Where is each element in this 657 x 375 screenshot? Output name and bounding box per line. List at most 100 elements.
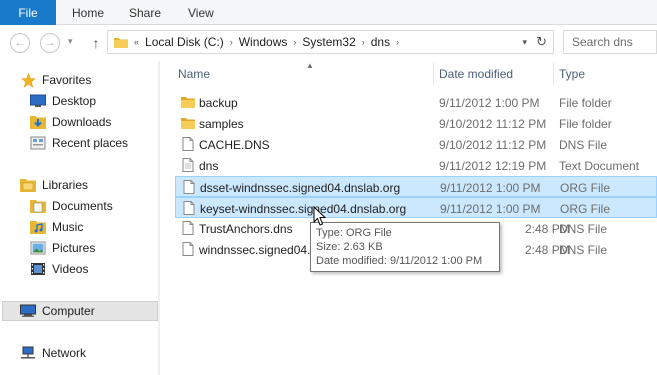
nav-item-downloads[interactable]: Downloads [30,112,111,132]
file-date: 9/11/2012 12:19 PM [439,158,547,173]
breadcrumb-dns[interactable]: dns [371,35,390,49]
file-row-dsset[interactable]: dsset-windnssec.signed04.dnslab.org 9/11… [175,176,657,197]
file-icon [182,242,194,256]
file-type: ORG File [560,180,611,195]
music-icon [30,219,46,235]
nav-item-label: Desktop [52,94,97,108]
breadcrumb-system32[interactable]: System32 [302,35,355,49]
file-type: ORG File [560,201,611,216]
file-row-samples[interactable]: samples 9/10/2012 11:12 PM File folder [175,113,657,134]
breadcrumb-separator[interactable]: › [362,37,365,47]
nav-item-music[interactable]: Music [30,217,83,237]
file-name: backup [199,95,238,110]
nav-item-label: Pictures [52,241,96,255]
nav-item-label: Documents [52,199,113,213]
tooltip-date: Date modified: 9/11/2012 1:00 PM [316,255,483,267]
ribbon-bar: File Home Share View [0,0,657,25]
file-icon [182,221,194,235]
desktop-icon [30,93,46,109]
refresh-icon[interactable]: ↻ [536,31,547,53]
file-date: 9/11/2012 1:00 PM [439,95,540,110]
nav-item-videos[interactable]: Videos [30,259,88,279]
nav-item-label: Downloads [52,115,112,129]
breadcrumb-separator[interactable]: › [293,37,296,47]
breadcrumb-windows[interactable]: Windows [239,35,288,49]
nav-computer[interactable]: Computer [2,301,158,321]
nav-item-label: Videos [52,262,89,276]
network-icon [20,345,36,361]
address-bar[interactable]: « Local Disk (C:) › Windows › System32 ›… [107,30,554,54]
file-name: CACHE.DNS [199,137,270,152]
file-name: windnssec.signed04.d [199,242,318,257]
nav-network[interactable]: Network [20,343,86,363]
downloads-icon [30,114,46,130]
column-divider[interactable] [553,63,554,85]
file-icon [183,201,195,215]
nav-libraries[interactable]: Libraries [20,175,88,195]
file-row-keyset[interactable]: keyset-windnssec.signed04.dnslab.org 9/1… [175,197,657,218]
search-placeholder: Search dns [572,35,633,49]
file-name: dns [199,158,219,173]
file-type: DNS File [559,137,608,152]
recent-places-icon [30,135,46,151]
search-input[interactable]: Search dns [563,30,657,54]
address-dropdown-icon[interactable]: ▾ [522,31,527,53]
nav-computer-label: Computer [42,304,95,318]
nav-item-pictures[interactable]: Pictures [30,238,95,258]
videos-icon [30,261,46,277]
tab-file[interactable]: File [0,0,56,25]
up-button[interactable]: ↑ [88,33,104,53]
back-arrow-icon: ← [14,37,26,49]
forward-arrow-icon: → [44,37,56,49]
column-header-type[interactable]: Type [559,63,657,85]
recent-locations-chevron-icon[interactable]: ▾ [68,36,73,47]
column-header-name[interactable]: Name ▲ [178,61,433,85]
file-type: File folder [559,116,612,131]
file-list: Name ▲ Date modified Type backup 9/11/20… [170,61,657,375]
folder-icon [114,37,128,48]
folder-icon [181,97,195,108]
column-name-label: Name [178,67,211,81]
forward-button[interactable]: → [40,33,60,53]
nav-item-label: Recent places [52,136,129,150]
nav-pane-scrollbar[interactable] [158,61,160,375]
file-type: Text Document [559,158,640,173]
file-info-tooltip: Type: ORG File Size: 2.63 KB Date modifi… [310,222,500,272]
column-type-label: Type [559,67,586,81]
navigation-pane: Favorites Desktop Downloads Recent place… [0,61,160,375]
file-icon [183,180,195,194]
breadcrumb-overflow[interactable]: « [134,37,139,47]
computer-icon [20,303,36,319]
file-type: File folder [559,95,612,110]
file-name: samples [199,116,244,131]
file-date: 9/10/2012 11:12 PM [439,137,547,152]
file-row-backup[interactable]: backup 9/11/2012 1:00 PM File folder [175,92,657,113]
column-header-date-modified[interactable]: Date modified [439,63,554,85]
nav-item-documents[interactable]: Documents [30,196,113,216]
file-name: TrustAnchors.dns [199,221,293,236]
file-row-cache-dns[interactable]: CACHE.DNS 9/10/2012 11:12 PM DNS File [175,134,657,155]
column-date-label: Date modified [439,67,514,81]
nav-favorites[interactable]: Favorites [20,70,91,90]
nav-item-desktop[interactable]: Desktop [30,91,96,111]
file-date: 9/11/2012 1:00 PM [440,201,541,216]
star-icon [20,72,36,88]
column-divider[interactable] [433,63,434,85]
tab-view[interactable]: View [188,0,214,25]
libraries-icon [20,177,36,193]
nav-favorites-label: Favorites [42,73,92,87]
breadcrumb-separator[interactable]: › [396,37,399,47]
breadcrumb-local-disk[interactable]: Local Disk (C:) [145,35,224,49]
nav-item-recent-places[interactable]: Recent places [30,133,128,153]
back-button[interactable]: ← [10,33,30,53]
file-date: 9/11/2012 1:00 PM [440,180,541,195]
address-row: ← → ▾ ↑ « Local Disk (C:) › Windows › Sy… [0,25,657,61]
file-row-dns[interactable]: dns 9/11/2012 12:19 PM Text Document [175,155,657,176]
breadcrumb-separator[interactable]: › [230,37,233,47]
tab-share[interactable]: Share [129,0,161,25]
file-type: DNS File [559,221,608,236]
documents-icon [30,198,46,214]
pictures-icon [30,240,46,256]
file-name: keyset-windnssec.signed04.dnslab.org [200,201,407,216]
tab-home[interactable]: Home [72,0,104,25]
